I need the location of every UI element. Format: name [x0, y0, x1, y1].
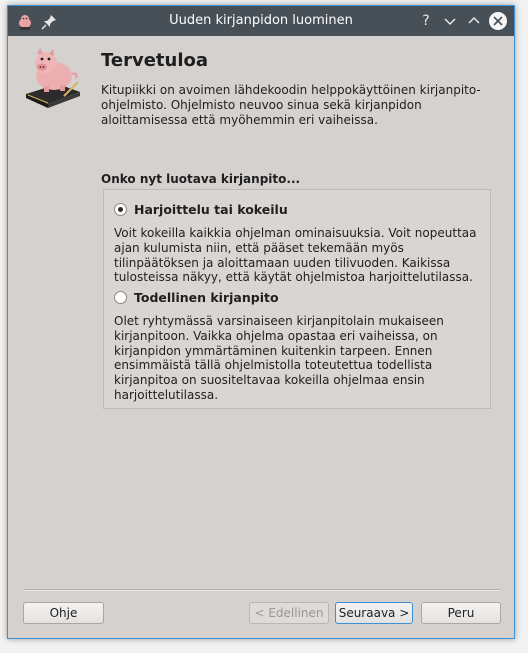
button-separator [23, 589, 500, 591]
practice-radio[interactable] [114, 203, 127, 216]
next-button[interactable]: Seuraava > [335, 602, 413, 624]
practice-label[interactable]: Harjoittelu tai kokeilu [134, 202, 288, 217]
practice-description: Voit kokeilla kaikkia ohjelman ominaisuu… [114, 226, 477, 285]
page-title: Tervetuloa [101, 50, 209, 71]
wizard-page: Tervetuloa Kitupiikki on avoimen lähdeko… [8, 36, 514, 638]
cancel-button[interactable]: Peru [421, 602, 501, 624]
close-icon[interactable] [489, 12, 507, 30]
real-description: Olet ryhtymässä varsinaiseen kirjanpitol… [114, 314, 444, 402]
help-icon[interactable]: ? [417, 12, 435, 30]
maximize-icon[interactable] [465, 12, 483, 30]
intro-text: Kitupiikki on avoimen lähdekoodin helppo… [101, 83, 481, 127]
ledger-type-group: Harjoittelu tai kokeilu Voit kokeilla ka… [103, 189, 491, 409]
option-practice[interactable]: Harjoittelu tai kokeilu [114, 202, 288, 217]
piggy-bank-logo-icon [26, 48, 80, 108]
window-title: Uuden kirjanpidon luominen [169, 13, 353, 28]
real-label[interactable]: Todellinen kirjanpito [134, 290, 279, 305]
help-button[interactable]: Ohje [23, 602, 104, 624]
real-radio[interactable] [114, 291, 127, 304]
question-label: Onko nyt luotava kirjanpito... [101, 172, 301, 186]
option-real[interactable]: Todellinen kirjanpito [114, 290, 279, 305]
back-button[interactable]: < Edellinen [249, 602, 329, 624]
wizard-window: Uuden kirjanpidon luominen ? Tervetuloa … [7, 5, 515, 639]
minimize-icon[interactable] [441, 12, 459, 30]
title-bar[interactable]: Uuden kirjanpidon luominen ? [8, 6, 514, 36]
